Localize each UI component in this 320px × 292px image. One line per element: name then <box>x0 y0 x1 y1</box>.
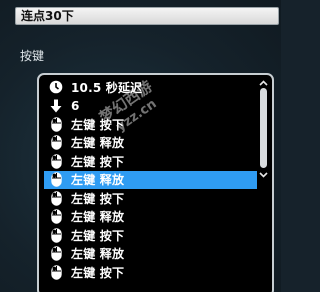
mouse-icon <box>49 209 63 225</box>
down-arrow-icon <box>49 98 63 114</box>
list-item-label: 左键 按下 <box>71 191 125 206</box>
mouse-icon <box>49 264 63 280</box>
mouse-icon <box>49 246 63 262</box>
macro-name-field[interactable]: 连点30下 <box>15 7 279 25</box>
list-item[interactable]: 左键 按下 <box>44 226 257 245</box>
keys-section-label: 按键 <box>20 49 45 63</box>
list-item[interactable]: 左键 释放 <box>44 170 257 189</box>
clock-icon <box>49 79 63 95</box>
scrollbar-thumb[interactable] <box>260 88 267 168</box>
list-item-label: 左键 按下 <box>71 154 125 169</box>
list-item-label: 左键 按下 <box>71 228 125 243</box>
list-item-label: 6 <box>71 98 80 113</box>
macro-editor-panel: 连点30下 按键 10.5 秒延迟 6 左键 按下 左键 释放 左键 按下 左键 释放 左键… <box>0 0 281 292</box>
list-item[interactable]: 左键 按下 <box>44 189 257 208</box>
list-item[interactable]: 左键 释放 <box>44 134 257 153</box>
list-item[interactable]: 左键 释放 <box>44 245 257 264</box>
mouse-icon <box>49 190 63 206</box>
list-item[interactable]: 左键 按下 <box>44 115 257 134</box>
list-item-label: 左键 释放 <box>71 210 125 225</box>
list-item-label: 左键 按下 <box>71 265 125 280</box>
list-item-label: 左键 释放 <box>71 247 125 262</box>
list-item-label: 左键 释放 <box>71 173 125 188</box>
key-action-rows: 10.5 秒延迟 6 左键 按下 左键 释放 左键 按下 左键 释放 左键 按下 左键 释放左… <box>44 78 257 282</box>
mouse-icon <box>49 116 63 132</box>
list-item[interactable]: 10.5 秒延迟 <box>44 78 257 97</box>
list-item[interactable]: 左键 按下 <box>44 263 257 282</box>
scroll-down-icon[interactable] <box>258 170 268 180</box>
list-item-label: 10.5 秒延迟 <box>71 80 143 95</box>
list-item-label: 左键 按下 <box>71 117 125 132</box>
list-item[interactable]: 左键 释放 <box>44 208 257 227</box>
mouse-icon <box>49 153 63 169</box>
list-item-label: 左键 释放 <box>71 136 125 151</box>
list-item[interactable]: 6 <box>44 97 257 116</box>
mouse-icon <box>49 135 63 151</box>
list-item[interactable]: 左键 按下 <box>44 152 257 171</box>
mouse-icon <box>49 227 63 243</box>
mouse-icon <box>49 172 63 188</box>
scroll-up-icon[interactable] <box>258 78 268 88</box>
list-scrollbar[interactable] <box>257 78 269 292</box>
key-action-list[interactable]: 10.5 秒延迟 6 左键 按下 左键 释放 左键 按下 左键 释放 左键 按下 左键 释放左… <box>37 73 274 292</box>
